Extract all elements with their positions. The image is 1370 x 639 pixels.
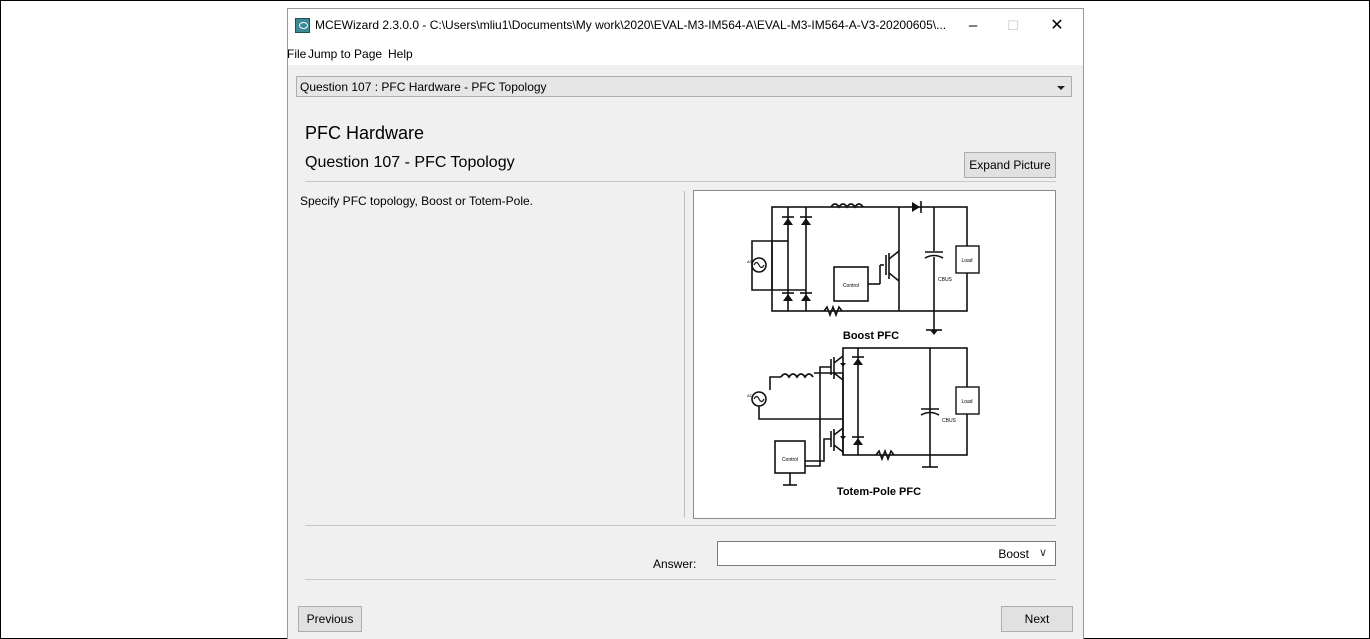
menu-bar: File Jump to Page Help [287, 43, 1083, 65]
answer-dropdown[interactable]: Boost ∨ [717, 541, 1056, 566]
next-button[interactable]: Next [1001, 606, 1073, 632]
previous-button[interactable]: Previous [298, 606, 362, 632]
answer-top-divider [305, 525, 1056, 526]
section-title: PFC Hardware [305, 123, 425, 143]
answer-value: Boost [998, 547, 1029, 561]
window-title: MCEWizard 2.3.0.0 - C:\Users\mliu1\Docum… [315, 18, 947, 32]
answer-bottom-divider [305, 579, 1056, 580]
boost-ac-label: AC [747, 259, 753, 264]
question-description: Specify PFC topology, Boost or Totem-Pol… [300, 194, 533, 208]
header-divider [305, 181, 1056, 182]
app-icon [295, 18, 310, 33]
totem-cbus-label: CBUS [942, 418, 957, 424]
question-title: Question 107 - PFC Topology [305, 154, 515, 171]
expand-picture-button[interactable]: Expand Picture [964, 152, 1056, 178]
app-window: MCEWizard 2.3.0.0 - C:\Users\mliu1\Docum… [287, 8, 1084, 639]
page-selector-value: Question 107 : PFC Hardware - PFC Topolo… [300, 80, 547, 94]
totem-control-label: Control [782, 457, 798, 463]
menu-jump-to-page[interactable]: Jump to Page [308, 47, 382, 61]
totem-ac-label: AC [747, 393, 753, 398]
totem-pole-pfc-caption: Totem-Pole PFC [837, 486, 921, 498]
page-selector-dropdown[interactable]: Question 107 : PFC Hardware - PFC Topolo… [296, 76, 1072, 97]
minimize-button[interactable]: – [955, 12, 991, 40]
totem-load-label: Load [961, 399, 972, 405]
topology-picture: Load Control CBUS AC Boost PFC Load Cont… [693, 190, 1056, 519]
title-bar[interactable]: MCEWizard 2.3.0.0 - C:\Users\mliu1\Docum… [288, 9, 1083, 43]
answer-label: Answer: [653, 557, 697, 571]
panel-divider [684, 191, 685, 518]
maximize-button[interactable]: ☐ [995, 12, 1031, 40]
dropdown-arrow-icon [1057, 86, 1065, 90]
menu-file[interactable]: File [287, 47, 306, 61]
close-button[interactable]: ✕ [1039, 12, 1075, 40]
boost-load-label: Load [961, 258, 972, 264]
boost-pfc-caption: Boost PFC [843, 330, 899, 342]
menu-help[interactable]: Help [388, 47, 413, 61]
pfc-circuit-diagram: Load Control CBUS AC Boost PFC Load Cont… [747, 201, 980, 498]
chevron-down-icon: ∨ [1038, 547, 1047, 559]
boost-control-label: Control [843, 283, 859, 289]
boost-cbus-label: CBUS [938, 277, 953, 283]
